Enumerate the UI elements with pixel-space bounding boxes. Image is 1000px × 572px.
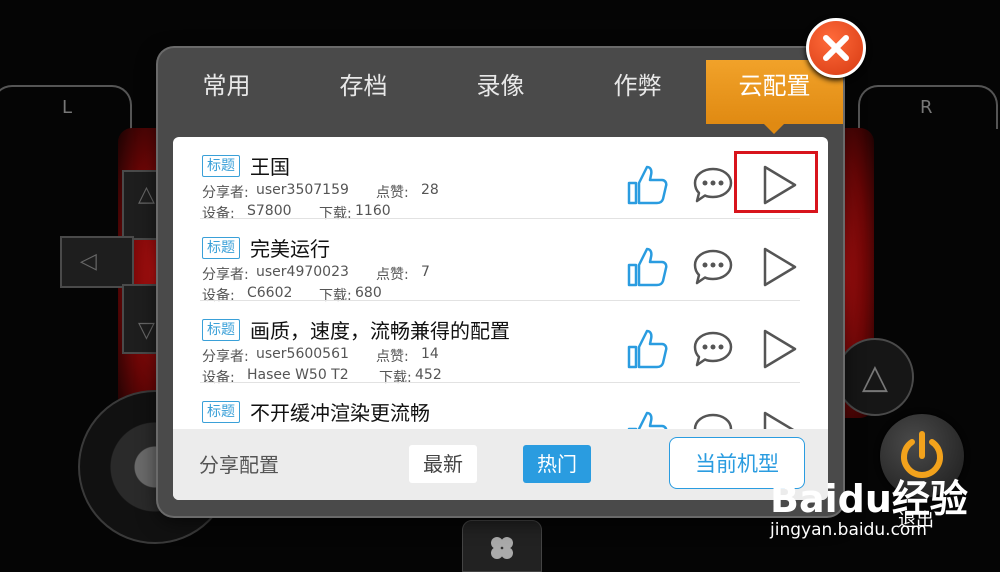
title-tag: 标题 — [202, 401, 240, 423]
config-list: 标题 王国 分享者: user3507159 点赞: 28 设备: S7800 … — [173, 137, 828, 429]
thumbs-up-icon[interactable] — [625, 327, 669, 371]
triangle-action-button[interactable]: △ — [836, 338, 914, 416]
sharer-label: 分享者: — [202, 349, 249, 365]
tab-cheat[interactable]: 作弊 — [569, 60, 706, 124]
dpad-left-button[interactable]: ◁ — [60, 236, 134, 288]
play-icon[interactable] — [757, 409, 801, 429]
cloud-config-panel: 标题 王国 分享者: user3507159 点赞: 28 设备: S7800 … — [173, 137, 828, 500]
newest-button[interactable]: 最新 — [409, 445, 477, 483]
likes-label: 点赞: — [376, 185, 409, 201]
likes-value: 14 — [421, 346, 439, 362]
r-shoulder-label: R — [920, 97, 933, 118]
up-arrow-icon: △ — [138, 182, 155, 207]
sharer-value: user5600561 — [256, 346, 349, 362]
tab-bar: 常用 存档 录像 作弊 云配置 — [158, 60, 843, 134]
likes-value: 28 — [421, 182, 439, 198]
down-arrow-icon: ▽ — [138, 318, 155, 343]
play-highlight-box — [734, 151, 818, 213]
clover-menu-icon — [491, 537, 513, 559]
tab-save[interactable]: 存档 — [295, 60, 432, 124]
tab-recording[interactable]: 录像 — [432, 60, 569, 124]
list-item: 标题 王国 分享者: user3507159 点赞: 28 设备: S7800 … — [173, 137, 828, 222]
downloads-value: 452 — [415, 367, 442, 383]
sharer-label: 分享者: — [202, 185, 249, 201]
triangle-icon: △ — [861, 357, 889, 397]
title-tag: 标题 — [202, 155, 240, 177]
list-item: 标题 不开缓冲渲染更流畅 — [173, 383, 828, 429]
l-shoulder-button[interactable]: L — [0, 85, 132, 129]
device-value: Hasee W50 T2 — [247, 367, 349, 383]
config-title: 完美运行 — [250, 237, 330, 261]
menu-tab-button[interactable] — [462, 520, 542, 572]
sharer-value: user4970023 — [256, 264, 349, 280]
play-icon[interactable] — [757, 245, 801, 289]
config-title: 王国 — [250, 155, 290, 179]
title-tag: 标题 — [202, 319, 240, 341]
sharer-value: user3507159 — [256, 182, 349, 198]
bottom-filter-bar: 分享配置 最新 热门 当前机型 — [173, 429, 828, 500]
thumbs-up-icon[interactable] — [625, 163, 669, 207]
comment-icon[interactable] — [691, 409, 735, 429]
title-tag: 标题 — [202, 237, 240, 259]
share-config-label: 分享配置 — [199, 453, 279, 477]
device-value: S7800 — [247, 203, 292, 219]
comment-icon[interactable] — [691, 163, 735, 207]
r-shoulder-button[interactable]: R — [858, 85, 998, 129]
l-shoulder-label: L — [62, 97, 73, 118]
comment-icon[interactable] — [691, 327, 735, 371]
list-item: 标题 完美运行 分享者: user4970023 点赞: 7 设备: C6602… — [173, 219, 828, 304]
likes-value: 7 — [421, 264, 430, 280]
hot-button[interactable]: 热门 — [523, 445, 591, 483]
device-value: C6602 — [247, 285, 293, 301]
close-button[interactable] — [806, 18, 866, 78]
watermark-url: jingyan.baidu.com — [770, 520, 927, 540]
watermark-logo: Baidu经验 — [770, 477, 968, 521]
close-x-icon — [823, 35, 849, 61]
downloads-value: 1160 — [355, 203, 391, 219]
likes-label: 点赞: — [376, 349, 409, 365]
sharer-label: 分享者: — [202, 267, 249, 283]
play-icon[interactable] — [757, 327, 801, 371]
config-title: 画质，速度，流畅兼得的配置 — [250, 319, 510, 343]
thumbs-up-icon[interactable] — [625, 409, 669, 429]
config-title: 不开缓冲渲染更流畅 — [250, 401, 430, 425]
downloads-value: 680 — [355, 285, 382, 301]
left-arrow-icon: ◁ — [80, 249, 97, 274]
thumbs-up-icon[interactable] — [625, 245, 669, 289]
tab-common[interactable]: 常用 — [158, 60, 295, 124]
list-item: 标题 画质，速度，流畅兼得的配置 分享者: user5600561 点赞: 14… — [173, 301, 828, 386]
likes-label: 点赞: — [376, 267, 409, 283]
comment-icon[interactable] — [691, 245, 735, 289]
